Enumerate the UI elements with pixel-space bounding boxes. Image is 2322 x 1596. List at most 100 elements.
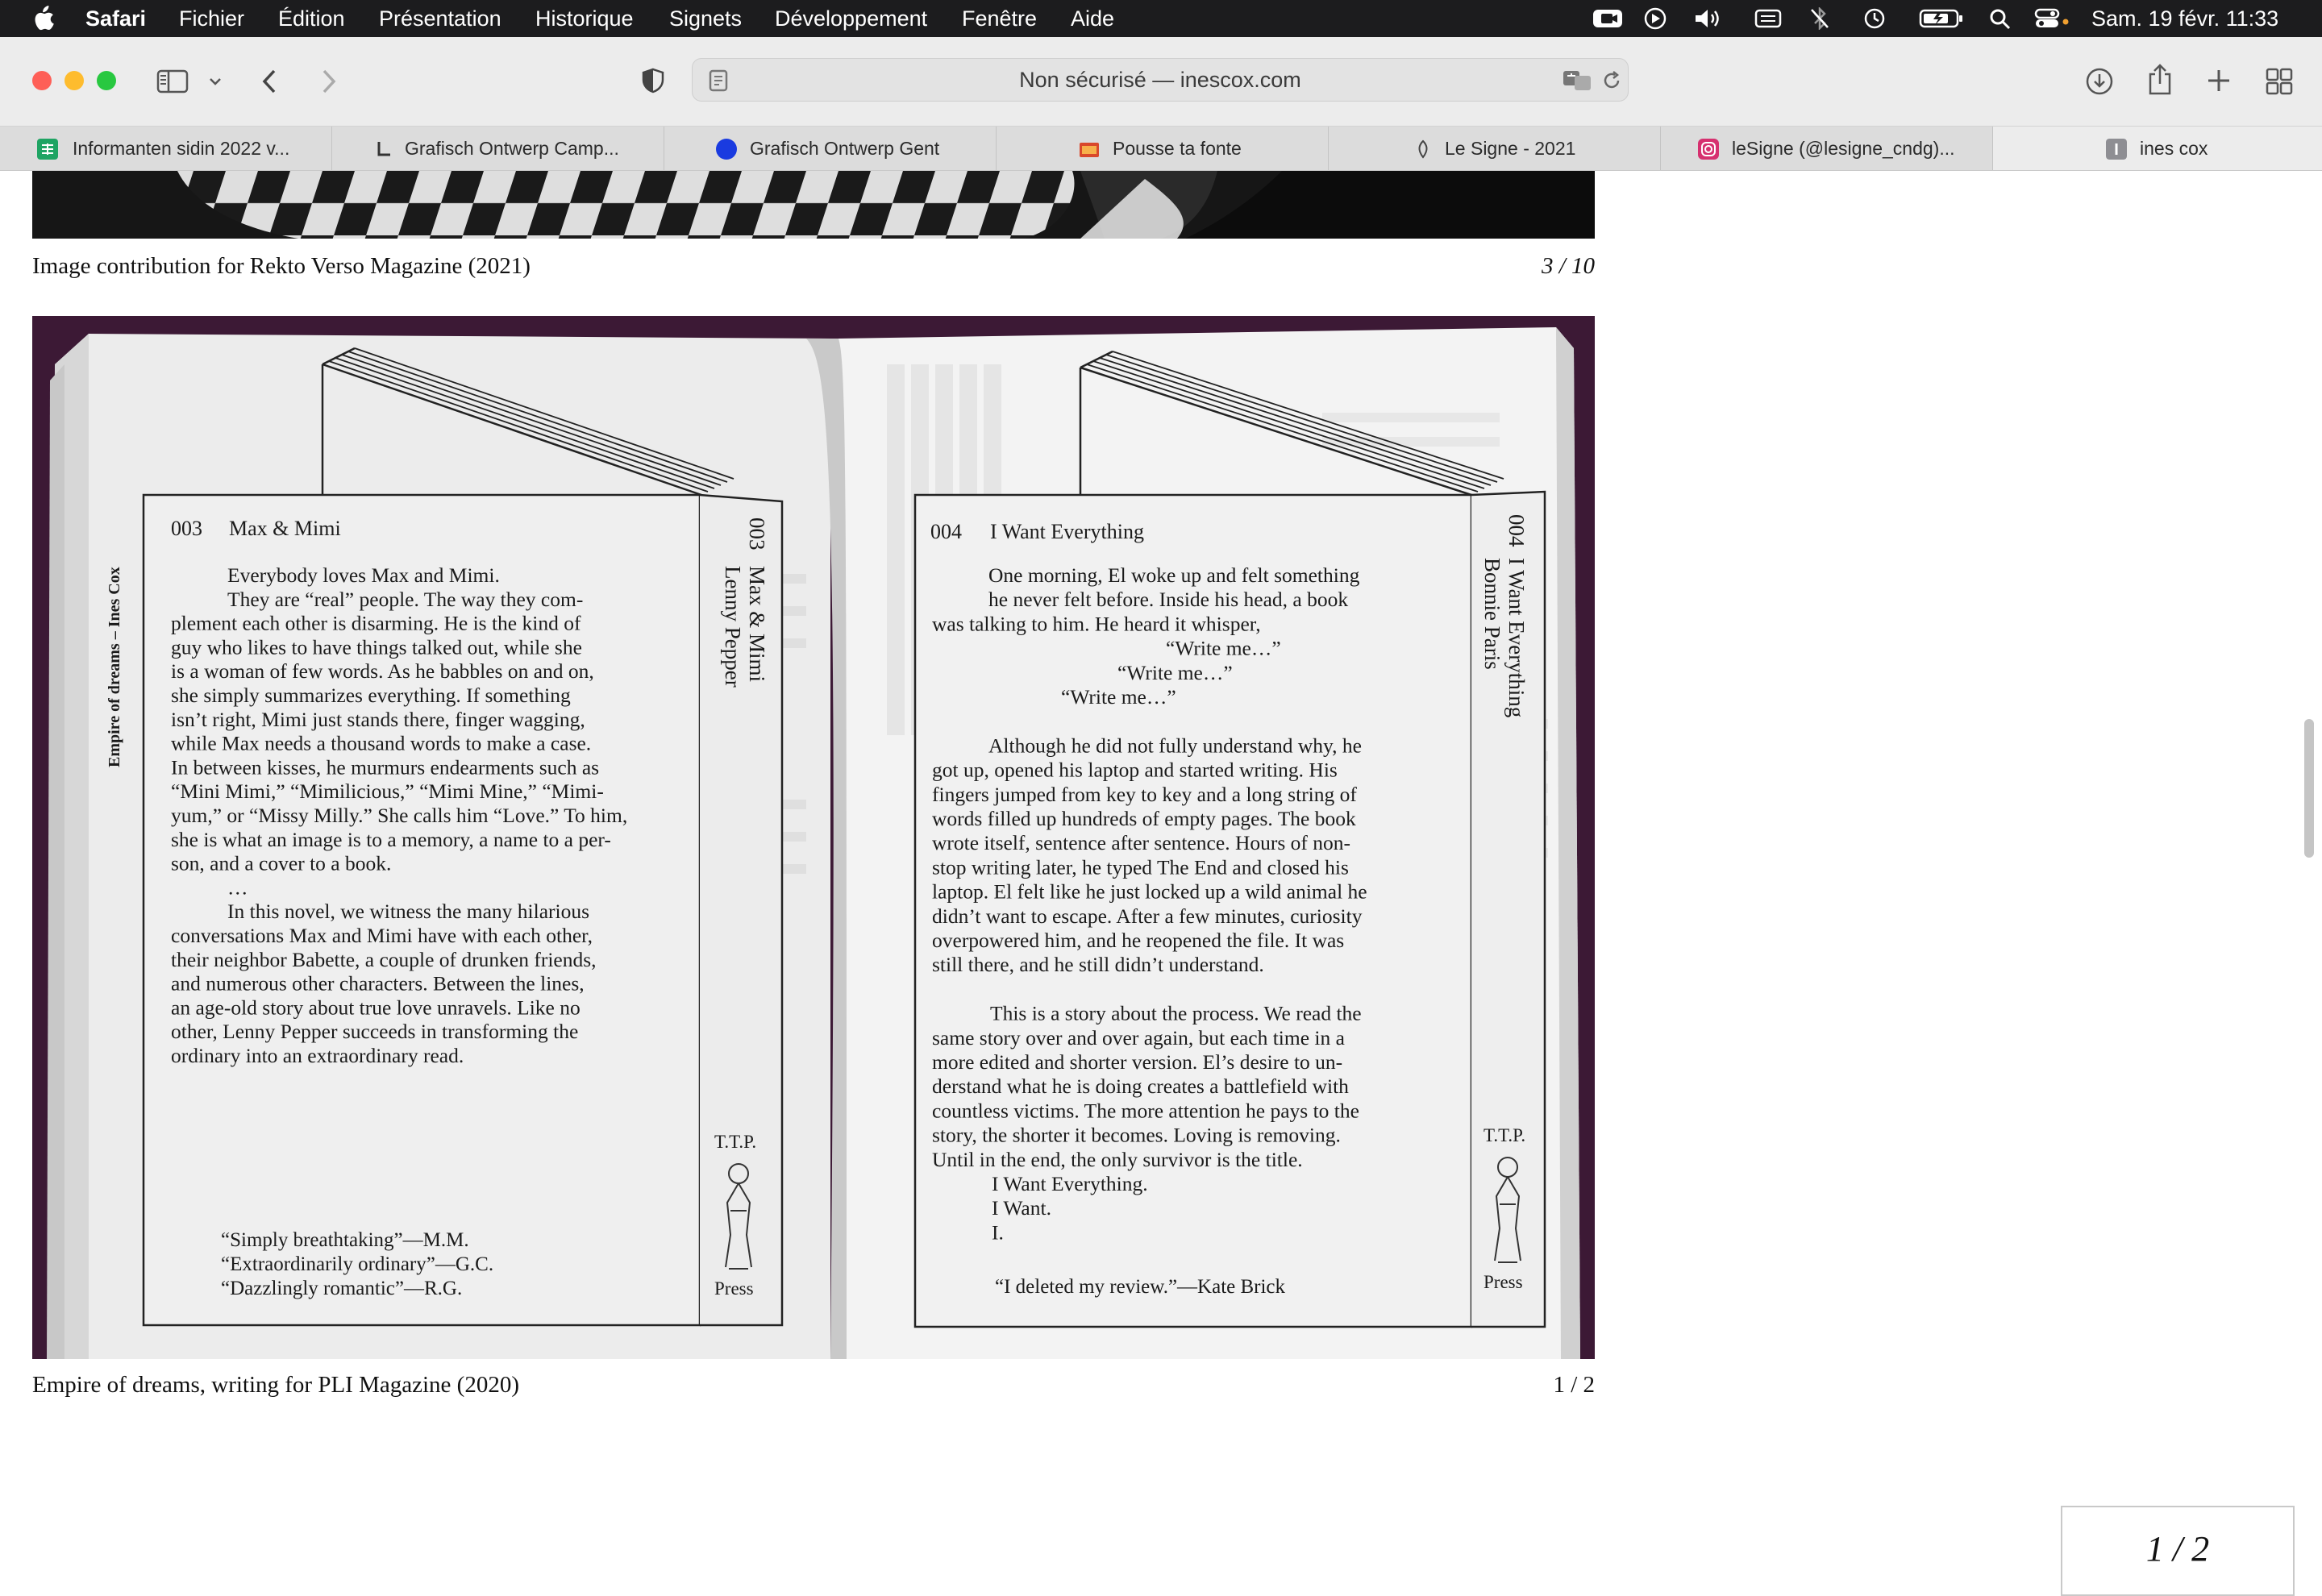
- book-line: while Max needs a thousand words to make…: [171, 732, 591, 755]
- letter-i-icon: [2106, 139, 2127, 160]
- left-book-number: 003: [171, 517, 202, 540]
- time-machine-icon[interactable]: [1862, 7, 1887, 30]
- tab-overview-icon[interactable]: [2266, 68, 2293, 95]
- book-line: same story over and over again, but each…: [932, 1026, 1345, 1049]
- tab-informanten[interactable]: Informanten sidin 2022 v...: [0, 127, 332, 170]
- right-quote: “I deleted my review.”—Kate Brick: [995, 1276, 1286, 1298]
- image-counter-bottom: 1 / 2: [1553, 1372, 1595, 1398]
- zoom-window-button[interactable]: [97, 71, 116, 90]
- book-line: …: [227, 875, 248, 899]
- right-book-title: I Want Everything: [990, 520, 1144, 543]
- left-book-title: Max & Mimi: [229, 517, 341, 540]
- tab-title: leSigne (@lesigne_cndg)...: [1732, 138, 1955, 159]
- tab-grafisch-ontwerp-camp[interactable]: Grafisch Ontwerp Camp...: [332, 127, 664, 170]
- book-line: story, the shorter it becomes. Loving is…: [932, 1124, 1341, 1147]
- volume-icon[interactable]: [1693, 7, 1724, 30]
- folder-icon: [1080, 143, 1099, 157]
- menu-app-name[interactable]: Safari: [85, 0, 146, 37]
- address-bar[interactable]: Non sécurisé — inescox.com: [692, 58, 1629, 102]
- play-icon[interactable]: [1643, 7, 1667, 30]
- empire-of-dreams-image[interactable]: Empire of dreams – Ines Cox 003 Max & Mi…: [32, 316, 1595, 1359]
- keyboard-icon[interactable]: [1754, 7, 1782, 30]
- right-side-title: I Want Everything: [1504, 558, 1529, 717]
- book-line: “Write me…”: [1117, 661, 1233, 684]
- bluetooth-off-icon[interactable]: [1809, 7, 1830, 30]
- tab-title: Pousse ta fonte: [1113, 138, 1242, 159]
- tab-title: Le Signe - 2021: [1445, 138, 1576, 159]
- book-line: isn’t right, Mimi just stands there, fin…: [171, 708, 585, 731]
- book-line: other, Lenny Pepper succeeds in transfor…: [171, 1020, 578, 1043]
- download-icon[interactable]: [2085, 67, 2114, 96]
- translate-icon[interactable]: [1562, 69, 1594, 93]
- rekto-verso-image[interactable]: [32, 171, 1595, 239]
- left-quote-1: “Simply breathtaking”—M.M.: [221, 1229, 469, 1251]
- menu-historique[interactable]: Historique: [535, 0, 634, 37]
- scrollbar-thumb[interactable]: [2304, 719, 2314, 858]
- book-line: In this novel, we witness the many hilar…: [227, 900, 589, 923]
- menu-fichier[interactable]: Fichier: [179, 0, 244, 37]
- new-tab-icon[interactable]: [2206, 68, 2232, 94]
- privacy-shield-icon[interactable]: [640, 68, 666, 94]
- book-line: “Write me…”: [1166, 637, 1281, 660]
- book-line: plement each other is disarming. He is t…: [171, 612, 581, 635]
- tab-grafisch-ontwerp-gent[interactable]: Grafisch Ontwerp Gent: [664, 127, 997, 170]
- right-book-number: 004: [930, 520, 962, 543]
- apple-menu-icon[interactable]: [31, 6, 55, 31]
- menu-presentation[interactable]: Présentation: [379, 0, 501, 37]
- control-center-icon[interactable]: [2033, 7, 2072, 30]
- left-side-author: Lenny Pepper: [721, 566, 745, 688]
- book-line: more edited and shorter version. El’s de…: [932, 1050, 1342, 1074]
- book-line: “Mini Mimi,” “Mimilicious,” “Mimi Mine,”…: [171, 779, 604, 803]
- right-side-number: 004: [1504, 514, 1529, 547]
- book-line: I Want Everything.: [992, 1172, 1148, 1195]
- book-line: got up, opened his laptop and started wr…: [932, 759, 1338, 782]
- book-line: stop writing later, he typed The End and…: [932, 855, 1349, 879]
- camera-icon[interactable]: [1592, 7, 1624, 30]
- tab-title: Informanten sidin 2022 v...: [73, 138, 290, 159]
- book-line: their neighbor Babette, a couple of drun…: [171, 948, 597, 971]
- book-line: Until in the end, the only survivor is t…: [932, 1148, 1303, 1171]
- share-icon[interactable]: [2146, 63, 2174, 97]
- book-line: yum,” or “Missy Milly.” She calls him “L…: [171, 804, 627, 827]
- battery-icon[interactable]: [1919, 7, 1964, 30]
- book-line: words filled up hundreds of empty pages.…: [932, 807, 1356, 830]
- menu-aide[interactable]: Aide: [1071, 0, 1114, 37]
- book-line: Although he did not fully understand why…: [988, 734, 1362, 757]
- menu-fenetre[interactable]: Fenêtre: [962, 0, 1037, 37]
- close-window-button[interactable]: [32, 71, 52, 90]
- tab-title: Grafisch Ontwerp Gent: [750, 138, 940, 159]
- sidebar-icon[interactable]: [156, 69, 189, 94]
- menu-signets[interactable]: Signets: [669, 0, 742, 37]
- spine-text: Empire of dreams – Ines Cox: [106, 567, 123, 767]
- book-line: is a woman of few words. As he babbles o…: [171, 659, 594, 683]
- tab-ines-cox[interactable]: ines cox: [1993, 127, 2322, 170]
- book-line: and numerous other characters. Between t…: [171, 972, 585, 995]
- minimize-window-button[interactable]: [64, 71, 84, 90]
- menu-datetime[interactable]: Sam. 19 févr. 11:33: [2091, 0, 2278, 37]
- forward-icon[interactable]: [316, 68, 340, 95]
- left-book-body: Everybody loves Max and Mimi.They are “r…: [171, 563, 627, 1067]
- tab-pousse-ta-fonte[interactable]: Pousse ta fonte: [997, 127, 1329, 170]
- left-publisher-bottom: Press: [714, 1278, 754, 1299]
- book-line: ordinary into an extraordinary read.: [171, 1044, 464, 1067]
- book-line: she is what an image is to a memory, a n…: [171, 828, 611, 851]
- tab-bar: Informanten sidin 2022 v... Grafisch Ont…: [0, 127, 2322, 171]
- reload-icon[interactable]: [1600, 69, 1623, 92]
- sheets-icon: [37, 139, 58, 160]
- book-line: laptop. El felt like he just locked up a…: [932, 880, 1367, 904]
- image-caption-top: Image contribution for Rekto Verso Magaz…: [32, 253, 531, 279]
- instagram-icon: [1698, 139, 1719, 160]
- chevron-down-icon[interactable]: [208, 76, 223, 87]
- search-icon[interactable]: [1988, 7, 2012, 30]
- menu-edition[interactable]: Édition: [278, 0, 345, 37]
- back-icon[interactable]: [258, 68, 282, 95]
- page-indicator[interactable]: 1 / 2: [2061, 1506, 2295, 1596]
- tab-le-signe[interactable]: Le Signe - 2021: [1329, 127, 1661, 170]
- logo-icon: [377, 142, 390, 156]
- tab-lesigne-instagram[interactable]: leSigne (@lesigne_cndg)...: [1661, 127, 1993, 170]
- right-side-author: Bonnie Paris: [1480, 558, 1504, 670]
- left-quote-2: “Extraordinarily ordinary”—G.C.: [221, 1253, 493, 1275]
- book-line: wrote itself, sentence after sentence. H…: [932, 831, 1350, 854]
- tab-title: ines cox: [2140, 138, 2208, 159]
- menu-developpement[interactable]: Développement: [775, 0, 927, 37]
